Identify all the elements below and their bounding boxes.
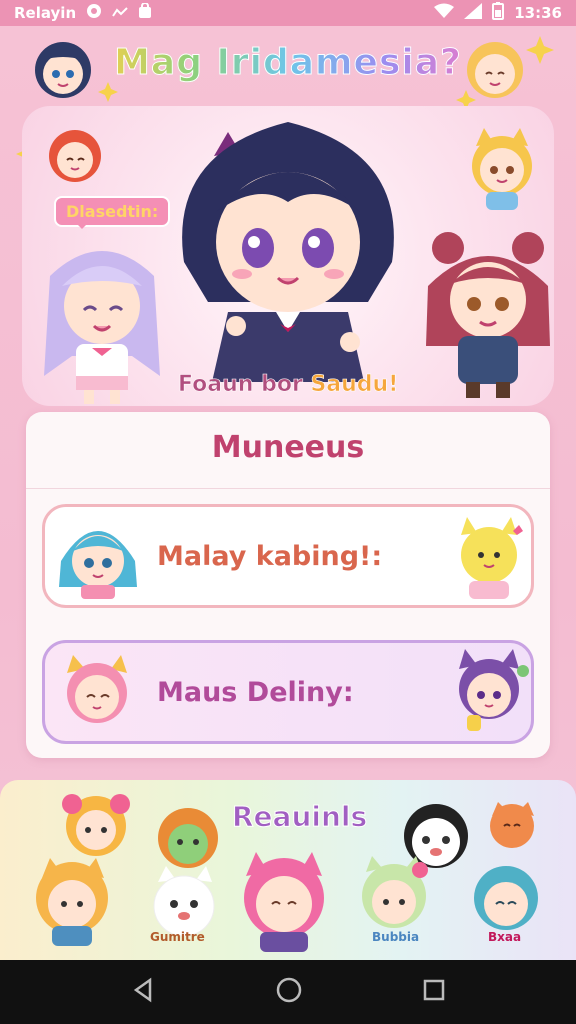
chibi-blue-hair-icon — [59, 531, 137, 599]
system-nav-bar — [0, 960, 576, 1024]
status-time: 13:36 — [514, 4, 562, 22]
menu-divider — [26, 488, 550, 489]
menu-item-label: Maus Deliny: — [157, 676, 354, 708]
hero-tagline: Foaun bor Saudu! — [178, 372, 399, 398]
reward-char-9 — [474, 866, 538, 930]
reward-label-0: Gumitre — [150, 930, 205, 944]
home-icon[interactable] — [275, 976, 303, 1008]
reward-char-1 — [62, 794, 130, 856]
reward-char-8 — [362, 856, 428, 928]
reward-char-3 — [404, 804, 468, 868]
status-bar: Relayin 13:36 — [0, 0, 576, 26]
chibi-red-hair-avatar — [49, 130, 101, 182]
circle-notification-icon — [86, 3, 102, 23]
recents-icon[interactable] — [422, 978, 446, 1006]
menu-card: Muneeus Malay kabing!: Maus Deliny: — [26, 412, 550, 758]
chibi-pink-hair-cat-icon — [67, 655, 127, 723]
menu-item-1[interactable]: Maus Deliny: — [42, 640, 534, 744]
speech-bubble-label: Dlasedtin: — [54, 196, 171, 229]
wifi-icon — [434, 3, 455, 23]
chibi-lavender-hair-girl — [44, 251, 160, 404]
hero-tagline-main: Foaun bor — [178, 372, 311, 398]
chibi-navy-hair-avatar — [35, 42, 91, 98]
signal-icon — [464, 3, 483, 23]
chibi-blonde-avatar — [467, 42, 523, 98]
chibi-purple-hair-cat-icon — [459, 649, 529, 731]
status-left-text: Relayin — [14, 4, 77, 22]
battery-icon — [492, 2, 505, 24]
reward-char-5 — [36, 858, 108, 946]
reward-label-1: Bubbia — [372, 930, 420, 944]
chibi-bear-ear-red-hair — [426, 232, 550, 398]
reward-char-7 — [244, 852, 324, 952]
reward-char-4 — [490, 802, 534, 848]
menu-item-0[interactable]: Malay kabing!: — [42, 504, 534, 608]
reward-char-6 — [153, 866, 215, 937]
menu-title: Muneeus — [211, 430, 365, 465]
chibi-yellow-cat-icon — [461, 517, 523, 599]
reward-char-2 — [158, 808, 218, 868]
hero-tagline-accent: Saudu! — [310, 372, 399, 398]
chibi-main-character — [182, 122, 394, 382]
bag-icon — [138, 2, 152, 23]
chibi-cat-ear-blonde — [472, 128, 532, 210]
back-icon[interactable] — [130, 977, 156, 1007]
reward-label-2: Bxaa — [488, 930, 522, 944]
menu-item-label: Malay kabing!: — [157, 540, 383, 572]
signal-small-icon — [112, 4, 128, 22]
